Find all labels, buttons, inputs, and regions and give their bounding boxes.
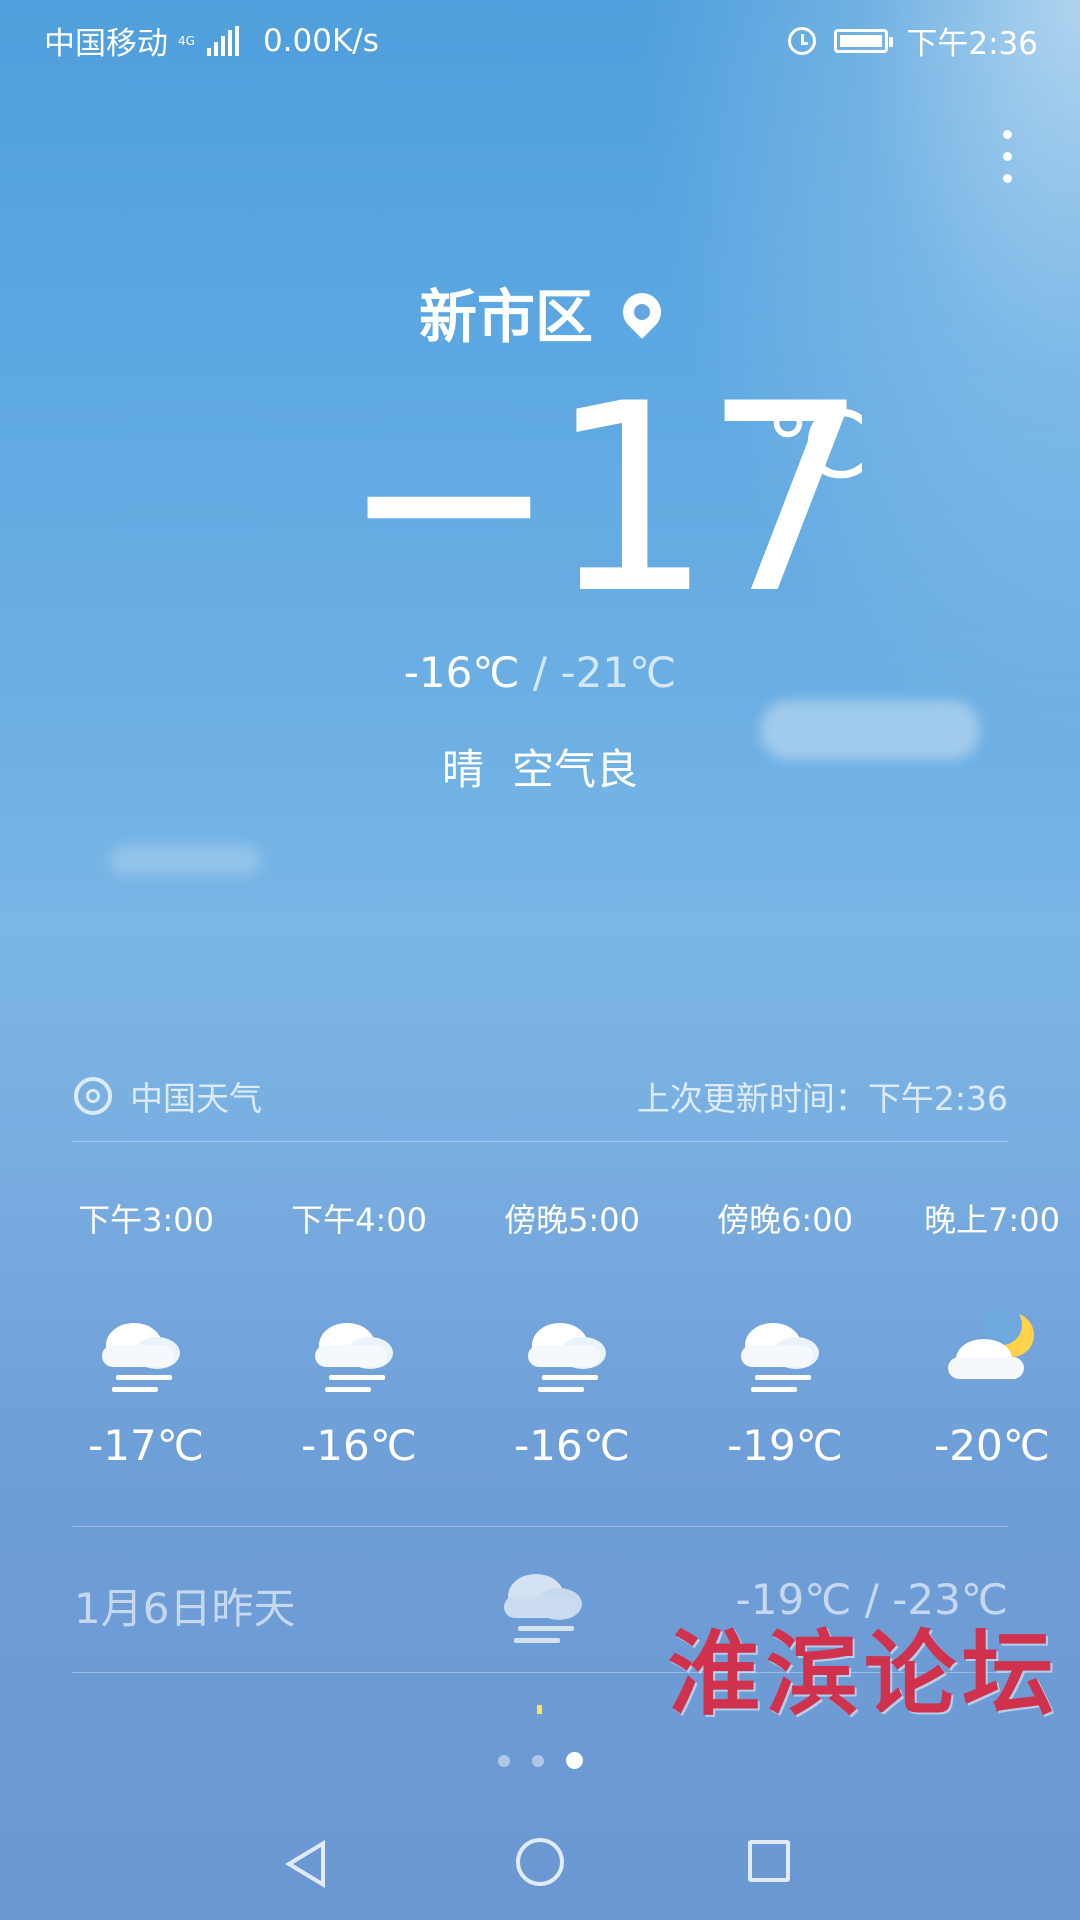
page-indicator[interactable]	[0, 1752, 1080, 1769]
status-bar: 中国移动 4G 0.00K/s 下午2:36	[0, 0, 1080, 74]
back-icon[interactable]	[285, 1840, 325, 1888]
hour-time: 傍晚6:00	[717, 1201, 853, 1239]
alarm-icon	[788, 26, 817, 55]
temperature-unit: ℃	[765, 392, 869, 499]
hourly-forecast[interactable]: 下午3:00 -17℃ 下午4:00 -16℃ 傍晚5:00 -16℃ 傍晚6:…	[55, 1195, 1080, 1475]
hourly-item: 下午3:00 -17℃	[55, 1195, 237, 1470]
network-speed: 0.00K/s	[262, 22, 379, 59]
page-dot-active[interactable]	[565, 1752, 583, 1769]
moon-cloud-icon	[942, 1305, 1042, 1395]
hourly-item: 下午4:00 -16℃	[268, 1195, 450, 1470]
weather-condition: 晴空气良	[0, 736, 1080, 797]
network-type: 4G	[178, 33, 195, 48]
snow-cloud-icon	[735, 1311, 835, 1395]
low-temp: -21℃	[560, 648, 677, 697]
indicator-mark	[537, 1705, 542, 1714]
hour-temp: -16℃	[514, 1421, 630, 1470]
background-cloud	[110, 845, 260, 875]
hourly-item: 晚上7:00 -20℃	[907, 1195, 1077, 1470]
weather-source: 中国天气	[74, 1072, 262, 1120]
hour-time: 傍晚5:00	[504, 1201, 640, 1239]
location-name: 新市区	[418, 283, 593, 351]
location-pin-icon	[615, 285, 669, 339]
page-dot[interactable]	[497, 1754, 510, 1767]
divider	[72, 1526, 1008, 1527]
recent-apps-icon[interactable]	[748, 1840, 790, 1882]
hour-temp: -16℃	[301, 1421, 417, 1470]
status-left: 中国移动 4G 0.00K/s	[44, 18, 379, 63]
battery-icon	[834, 28, 894, 53]
range-separator: /	[532, 648, 548, 697]
snow-cloud-icon	[522, 1311, 622, 1395]
signal-icon	[206, 25, 239, 56]
hour-time: 晚上7:00	[924, 1201, 1060, 1239]
last-updated: 上次更新时间：下午2:36	[636, 1079, 1008, 1118]
air-quality: 空气良	[512, 745, 639, 794]
watermark: 淮滨论坛	[668, 1620, 1061, 1728]
location-header[interactable]: 新市区	[0, 270, 1080, 354]
hour-temp: -17℃	[88, 1421, 204, 1470]
hourly-item: 傍晚6:00 -19℃	[694, 1195, 876, 1470]
china-weather-logo-icon	[74, 1077, 112, 1115]
snow-cloud-icon	[498, 1562, 598, 1646]
page-dot[interactable]	[531, 1754, 544, 1767]
high-temp: -16℃	[403, 648, 520, 697]
condition-text: 晴	[441, 745, 484, 794]
divider	[72, 1141, 1008, 1142]
temperature-range: -16℃ / -21℃	[0, 648, 1080, 697]
navigation-bar	[0, 1838, 1080, 1900]
hourly-item: 傍晚5:00 -16℃	[481, 1195, 663, 1470]
hour-temp: -20℃	[934, 1421, 1050, 1470]
hour-temp: -19℃	[727, 1421, 843, 1470]
hour-time: 下午3:00	[78, 1201, 214, 1239]
status-time: 下午2:36	[906, 26, 1038, 62]
yesterday-label: 1月6日昨天	[74, 1584, 296, 1633]
status-right: 下午2:36	[788, 18, 1038, 63]
home-icon[interactable]	[516, 1838, 564, 1886]
source-name: 中国天气	[130, 1079, 262, 1118]
snow-cloud-icon	[96, 1311, 196, 1395]
more-options-icon[interactable]	[992, 130, 1022, 188]
hour-time: 下午4:00	[291, 1201, 427, 1239]
carrier-name: 中国移动	[44, 26, 168, 62]
snow-cloud-icon	[309, 1311, 409, 1395]
